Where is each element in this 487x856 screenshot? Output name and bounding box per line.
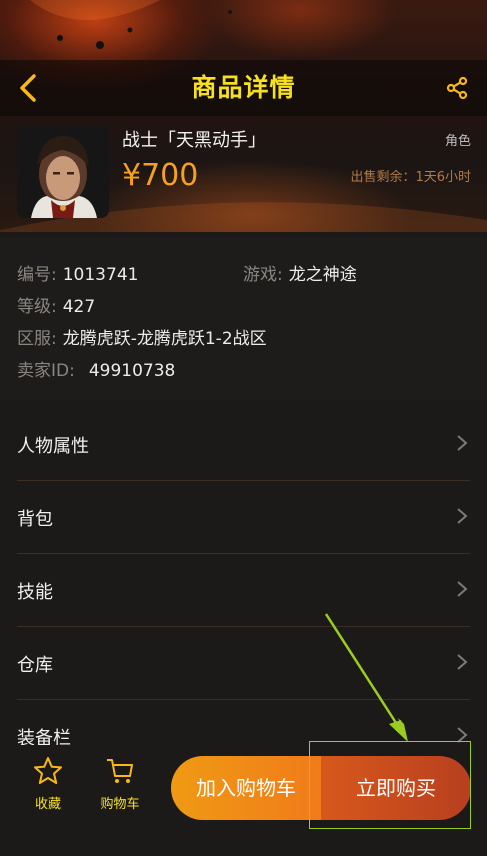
info-id-label: 编号: <box>17 265 57 285</box>
chevron-right-icon <box>457 435 468 451</box>
product-name: 战士「天黑动手」 <box>122 130 266 151</box>
highlight-box <box>309 741 471 829</box>
product-price: ¥700 <box>122 158 199 193</box>
star-icon <box>34 757 62 784</box>
hero-banner: 商品详情 战士「天黑动手」 ¥700 角色 出售剩余：1天6小时 <box>0 0 487 232</box>
info-level-value: 427 <box>62 297 96 317</box>
menu-item-label: 技能 <box>17 582 53 603</box>
info-seller-row: 卖家ID: 49910738 <box>17 356 175 381</box>
cart-button[interactable]: 购物车 <box>90 755 150 831</box>
sale-time-remaining: 出售剩余：1天6小时 <box>350 170 471 185</box>
shopping-cart-icon <box>107 759 133 783</box>
menu-item-label: 背包 <box>17 509 53 530</box>
info-game-row: 游戏: 龙之神途 <box>243 260 357 285</box>
info-seller-value: 49910738 <box>88 361 176 381</box>
detail-menu-list: 人物属性 背包 技能 仓库 装备栏 <box>0 408 487 748</box>
menu-item-label: 人物属性 <box>17 436 89 457</box>
info-game-value: 龙之神途 <box>288 265 357 285</box>
product-info-panel: 编号: 1013741 游戏: 龙之神途 等级: 427 区服: 龙腾虎跃-龙腾虎跃1-… <box>0 238 487 400</box>
navigation-bar: 商品详情 <box>0 60 487 116</box>
info-level-row: 等级: 427 <box>17 292 95 317</box>
page-title: 商品详情 <box>191 73 296 102</box>
info-id-value: 1013741 <box>62 265 139 285</box>
info-server-value: 龙腾虎跃-龙腾虎跃1-2战区 <box>62 329 267 349</box>
favorite-label: 收藏 <box>34 797 61 812</box>
menu-item-warehouse[interactable]: 仓库 <box>17 627 470 700</box>
product-type-badge: 角色 <box>444 134 471 149</box>
info-game-label: 游戏: <box>243 265 283 285</box>
info-id-row: 编号: 1013741 <box>17 260 138 285</box>
menu-item-attributes[interactable]: 人物属性 <box>17 408 470 481</box>
chevron-right-icon <box>457 508 468 524</box>
favorite-button[interactable]: 收藏 <box>18 755 78 831</box>
menu-item-label: 仓库 <box>17 655 53 676</box>
info-level-label: 等级: <box>17 297 57 317</box>
menu-item-backpack[interactable]: 背包 <box>17 481 470 554</box>
info-seller-label: 卖家ID: <box>17 361 75 381</box>
product-summary: 战士「天黑动手」 ¥700 角色 出售剩余：1天6小时 <box>0 116 487 232</box>
chevron-right-icon <box>457 654 468 670</box>
info-server-row: 区服: 龙腾虎跃-龙腾虎跃1-2战区 <box>17 324 267 349</box>
share-button[interactable] <box>439 70 475 106</box>
warrior-portrait <box>17 126 109 218</box>
cart-label: 购物车 <box>100 797 140 812</box>
character-avatar <box>17 126 109 218</box>
chevron-right-icon <box>457 581 468 597</box>
add-to-cart-button[interactable]: 加入购物车 <box>171 756 321 820</box>
share-icon <box>446 76 468 100</box>
menu-item-skills[interactable]: 技能 <box>17 554 470 627</box>
info-server-label: 区服: <box>17 329 57 349</box>
